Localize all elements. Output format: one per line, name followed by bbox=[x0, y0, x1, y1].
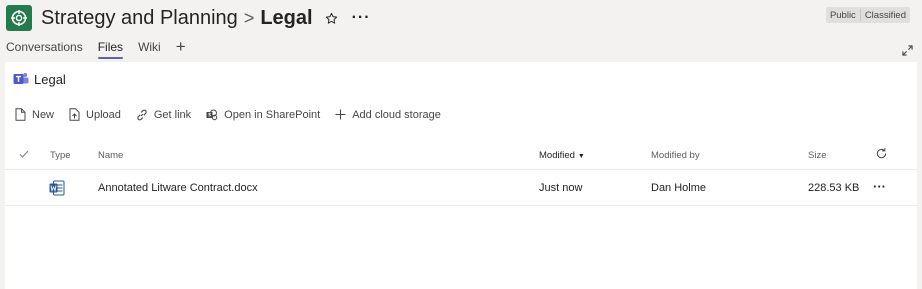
tab-conversations[interactable]: Conversations bbox=[6, 40, 83, 58]
channel-badges: Public Classified bbox=[825, 7, 910, 23]
link-icon bbox=[137, 109, 147, 120]
file-size: 228.53 KB bbox=[808, 182, 860, 194]
row-more-options-icon[interactable]: ··· bbox=[873, 179, 886, 194]
refresh-icon[interactable] bbox=[875, 147, 888, 163]
file-name[interactable]: Annotated Litware Contract.docx bbox=[98, 182, 258, 194]
command-bar: New Upload Get link Open in SharePoint A… bbox=[15, 108, 456, 121]
channel-header: Strategy and Planning > Legal ··· Public… bbox=[0, 0, 922, 62]
tab-files[interactable]: Files bbox=[97, 40, 124, 59]
open-in-sharepoint-button[interactable]: Open in SharePoint bbox=[206, 109, 320, 121]
select-all-checkmark-icon[interactable] bbox=[19, 149, 29, 162]
new-doc-icon bbox=[15, 108, 26, 121]
teams-logo-icon bbox=[13, 71, 29, 87]
plus-icon bbox=[335, 109, 346, 120]
channel-name[interactable]: Legal bbox=[260, 7, 312, 30]
library-name: Legal bbox=[34, 71, 66, 87]
tab-wiki[interactable]: Wiki bbox=[138, 40, 161, 58]
upload-label: Upload bbox=[86, 108, 121, 121]
channel-tabs: Conversations Files Wiki + bbox=[6, 37, 186, 59]
upload-icon bbox=[69, 108, 80, 121]
sharepoint-icon bbox=[206, 109, 218, 120]
expand-icon[interactable] bbox=[902, 43, 913, 61]
library-title: Legal bbox=[13, 71, 66, 87]
add-cloud-storage-button[interactable]: Add cloud storage bbox=[335, 109, 441, 121]
breadcrumb: Strategy and Planning > Legal ··· bbox=[41, 4, 371, 32]
favorite-star-icon[interactable] bbox=[325, 12, 338, 25]
add-cloud-storage-label: Add cloud storage bbox=[352, 108, 441, 121]
word-icon bbox=[49, 180, 65, 199]
new-button[interactable]: New bbox=[15, 108, 54, 121]
new-label: New bbox=[32, 108, 55, 121]
breadcrumb-separator: > bbox=[243, 7, 255, 28]
column-size[interactable]: Size bbox=[808, 150, 826, 161]
sort-descending-icon: ▼ bbox=[577, 153, 585, 160]
team-name[interactable]: Strategy and Planning bbox=[41, 7, 238, 30]
public-badge: Public bbox=[829, 9, 856, 21]
classified-badge: Classified bbox=[864, 9, 906, 21]
open-in-sharepoint-label: Open in SharePoint bbox=[224, 108, 321, 121]
add-tab-icon[interactable]: + bbox=[176, 37, 186, 57]
files-panel: Legal New Upload Get link Open in ShareP… bbox=[5, 62, 917, 289]
file-modified: Just now bbox=[539, 182, 583, 194]
get-link-label: Get link bbox=[153, 108, 192, 121]
column-type[interactable]: Type bbox=[50, 150, 71, 161]
crosshair-icon bbox=[11, 10, 27, 26]
team-avatar[interactable] bbox=[6, 5, 32, 31]
file-list-header: Type Name Modified ▼ Modified by Size bbox=[5, 142, 917, 170]
column-modified[interactable]: Modified ▼ bbox=[539, 150, 585, 161]
more-options-icon[interactable]: ··· bbox=[352, 9, 371, 27]
table-row[interactable]: Annotated Litware Contract.docx Just now… bbox=[5, 171, 917, 206]
get-link-button[interactable]: Get link bbox=[136, 109, 191, 121]
column-modified-label: Modified bbox=[539, 150, 575, 161]
file-modified-by: Dan Holme bbox=[651, 182, 707, 194]
column-name[interactable]: Name bbox=[98, 150, 123, 161]
upload-button[interactable]: Upload bbox=[69, 108, 121, 121]
column-modified-by[interactable]: Modified by bbox=[651, 150, 700, 161]
